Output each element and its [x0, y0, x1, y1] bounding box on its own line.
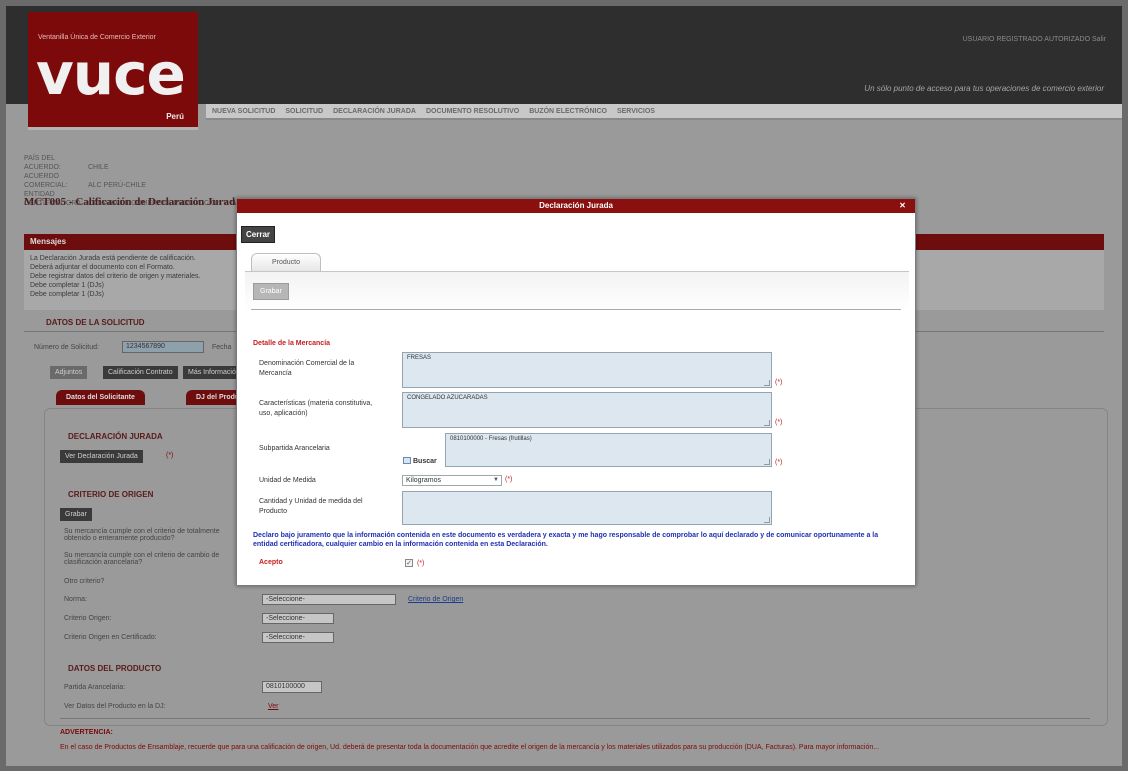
criterio-certificado-label: Criterio Origen en Certificado: — [64, 634, 157, 641]
declaracion-text: Declaro bajo juramento que la informació… — [253, 532, 879, 548]
advertencia-text: En el caso de Productos de Ensamblaje, r… — [60, 744, 880, 751]
section-datos-producto: DATOS DEL PRODUCTO — [68, 664, 162, 673]
question-totalmente: Su mercancía cumple con el criterio de t… — [64, 528, 220, 542]
grabar-criterio-button[interactable]: Grabar — [60, 508, 92, 521]
ver-declaracion-button[interactable]: Ver Declaración Jurada — [60, 450, 143, 463]
logo-text: vuce — [36, 40, 186, 108]
required-mark: (*) — [775, 379, 783, 386]
denominacion-textarea[interactable]: FRESAS — [402, 352, 772, 388]
caracteristicas-label: Características (materia constitutiva, u… — [259, 400, 373, 417]
logo-country: Perú — [166, 112, 184, 121]
dialog-titlebar[interactable]: Declaración Jurada ✕ — [237, 199, 915, 213]
main-menu: NUEVA SOLICITUD SOLICITUD DECLARACIÓN JU… — [206, 104, 1122, 120]
info-key: ACUERDO COMERCIAL: — [24, 173, 68, 189]
required-mark: (*) — [166, 452, 174, 459]
denominacion-label: Denominación Comercial de la Mercancía — [259, 360, 355, 377]
section-criterio-origen: CRITERIO DE ORIGEN — [68, 490, 154, 499]
menu-nueva-solicitud[interactable]: NUEVA SOLICITUD — [212, 108, 275, 115]
advertencia-title: ADVERTENCIA: — [60, 729, 113, 736]
fecha-label: Fecha — [212, 344, 232, 351]
menu-documento-resolutivo[interactable]: DOCUMENTO RESOLUTIVO — [426, 108, 519, 115]
tab-datos-solicitante[interactable]: Datos del Solicitante — [56, 390, 145, 405]
grabar-button[interactable]: Grabar — [253, 283, 289, 300]
unidad-select[interactable]: Kilogramos ▼ — [402, 475, 502, 486]
required-mark: (*) — [505, 476, 513, 483]
ver-datos-label: Ver Datos del Producto en la DJ: — [64, 703, 166, 710]
section-datos-solicitud: DATOS DE LA SOLICITUD — [46, 318, 145, 327]
numero-solicitud-label: Número de Solicitud: — [34, 344, 99, 351]
divider — [60, 718, 1090, 719]
ver-datos-link[interactable]: Ver — [268, 703, 279, 710]
norma-label: Norma: — [64, 596, 87, 603]
subpartida-textarea[interactable]: 0810100000 - Fresas (frutillas) — [445, 433, 772, 467]
acepto-label: Acepto — [259, 559, 283, 566]
unidad-label: Unidad de Medida — [259, 477, 316, 484]
menu-solicitud[interactable]: SOLICITUD — [285, 108, 323, 115]
cantidad-textarea[interactable] — [402, 491, 772, 525]
browser-page: USUARIO REGISTRADO AUTORIZADO Salir Un s… — [6, 6, 1122, 766]
user-links[interactable]: USUARIO REGISTRADO AUTORIZADO Salir — [963, 36, 1106, 43]
header-tagline: Un sólo punto de acceso para tus operaci… — [864, 84, 1104, 93]
criterio-origen-link[interactable]: Criterio de Origen — [408, 596, 463, 603]
page-title: MCT005 - Calificación de Declaración Jur… — [24, 196, 241, 208]
question-otro: Otro criterio? — [64, 578, 105, 585]
info-key: PAÍS DEL ACUERDO: — [24, 155, 61, 171]
detalle-mercancia-title: Detalle de la Mercancía — [253, 340, 331, 347]
required-mark: (*) — [775, 459, 783, 466]
unidad-value: Kilogramos — [406, 477, 442, 484]
calificacion-button[interactable]: Calificación Contrato — [103, 366, 178, 379]
menu-buzon-electronico[interactable]: BUZÓN ELECTRÓNICO — [529, 108, 607, 115]
declaracion-jurada-dialog: Declaración Jurada ✕ Cerrar Producto Gra… — [236, 198, 916, 586]
subpartida-label: Subpartida Arancelaria — [259, 445, 330, 452]
adjuntos-button[interactable]: Adjuntos — [50, 366, 88, 379]
acepto-checkbox[interactable]: ✓ — [405, 559, 413, 567]
chevron-down-icon: ▼ — [493, 477, 499, 483]
norma-select[interactable]: -Seleccione- — [262, 594, 396, 605]
info-value: ALC PERÚ-CHILE — [88, 182, 146, 189]
criterio-origen-select[interactable]: -Seleccione- — [262, 613, 334, 624]
tab-panel — [245, 271, 909, 311]
dialog-title: Declaración Jurada — [539, 201, 613, 210]
vuce-logo[interactable]: Ventanilla Única de Comercio Exterior vu… — [28, 12, 198, 130]
info-value: CHILE — [88, 164, 109, 171]
buscar-button[interactable]: Buscar — [403, 457, 437, 465]
divider — [251, 309, 901, 310]
cantidad-label: Cantidad y Unidad de medida del Producto — [259, 498, 363, 515]
criterio-origen-label: Criterio Origen: — [64, 615, 112, 622]
close-icon[interactable]: ✕ — [898, 201, 907, 210]
menu-servicios[interactable]: SERVICIOS — [617, 108, 655, 115]
cerrar-button[interactable]: Cerrar — [241, 226, 276, 243]
question-cambio: Su mercancía cumple con el criterio de c… — [64, 552, 220, 566]
partida-label: Partida Arancelaria: — [64, 684, 126, 691]
numero-solicitud-field[interactable]: 1234567890 — [122, 341, 204, 353]
partida-field[interactable]: 0810100000 — [262, 681, 322, 693]
required-mark: (*) — [775, 419, 783, 426]
tab-producto[interactable]: Producto — [251, 253, 321, 271]
buscar-label: Buscar — [413, 458, 437, 465]
search-icon — [403, 457, 411, 464]
required-mark: (*) — [417, 560, 425, 567]
caracteristicas-textarea[interactable]: CONGELADO AZUCARADAS — [402, 392, 772, 428]
menu-declaracion-jurada[interactable]: DECLARACIÓN JURADA — [333, 108, 416, 115]
criterio-certificado-select[interactable]: -Seleccione- — [262, 632, 334, 643]
section-declaracion-jurada: DECLARACIÓN JURADA — [68, 432, 163, 441]
